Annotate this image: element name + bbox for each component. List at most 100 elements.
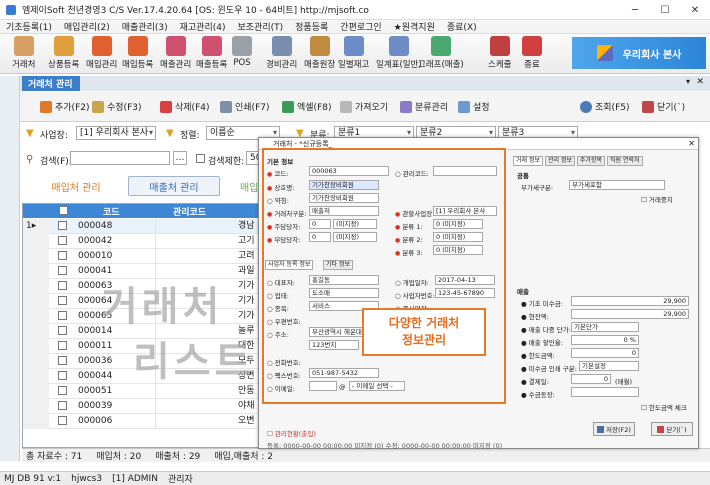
row-checkbox[interactable] [58,371,67,380]
row-checkbox[interactable] [58,311,67,320]
vat-label: 부가세구분: [521,184,554,192]
dialog-save-button[interactable]: 저장(F2) [593,422,635,436]
row-checkbox[interactable] [58,251,67,260]
tab-close-icon[interactable]: ✕ [696,77,704,87]
filter-icon: ▼ [26,128,34,139]
search-more-button[interactable]: … [173,151,187,165]
menu-item[interactable]: 기초등록(1) [6,20,52,33]
edit-label: 수정(F3) [107,103,142,113]
search-limit-checkbox[interactable] [196,154,205,163]
print-type-select[interactable]: 기본설정 [579,361,639,371]
close-icon[interactable]: ✕ [680,0,710,20]
toolbar-button-10[interactable]: 일계표(일반) [376,36,422,72]
tab-management-info[interactable]: 관리 정보 [545,156,575,166]
collect-field[interactable] [571,387,639,397]
search-button[interactable]: 조회(F5) [580,100,630,113]
toolbar-icon [232,36,252,56]
print-button[interactable]: 인쇄(F7) [220,100,270,113]
search-input[interactable] [70,151,170,165]
tab-partner-management[interactable]: 거래처 관리 [22,76,80,91]
stop-trade-checkbox[interactable]: ☐ 거래중지 [641,194,673,204]
menu-item[interactable]: 보조관리(T) [238,20,284,33]
both-mode-button[interactable]: 매입 [226,176,262,196]
toolbar-button-13[interactable]: 종료 [522,36,542,72]
header-code[interactable]: 코드 [103,205,120,218]
menu-item[interactable]: 재고관리(4) [180,20,226,33]
toolbar-button-6[interactable]: POS [232,36,252,72]
menu-item[interactable]: 종료(X) [447,20,477,33]
maximize-icon[interactable]: ☐ [650,0,680,20]
app-status-bar: MJ DB 91 v:1 hjwcs3 [1] ADMIN 관리자 [0,471,710,485]
toolbar-button-7[interactable]: 경비관리 [266,36,297,72]
category-button[interactable]: 분류관리 [400,100,448,113]
branch-select[interactable]: [1] 우리회사 본사 [76,126,156,140]
dialog-close-button[interactable]: 닫기(`) [651,422,693,436]
row-checkbox[interactable] [58,221,67,230]
dialog-close-icon[interactable]: ✕ [688,138,695,150]
collect-label: ● 수금동장: [521,391,555,399]
select-all-checkbox[interactable] [59,206,68,215]
menu-item[interactable]: ★원격지원 [394,20,435,33]
save-icon [597,425,605,433]
bond-label[interactable]: ☐ 관리현황(출입) [267,428,316,438]
company-brand-button[interactable]: 우리회사 본사 [572,37,706,69]
row-checkbox[interactable] [58,341,67,350]
minimize-icon[interactable]: ─ [620,0,650,20]
exit-icon [642,100,654,113]
toolbar-button-5[interactable]: 매출등록 [196,36,227,72]
row-checkbox[interactable] [58,236,67,245]
header-management-code[interactable]: 관리코드 [173,205,206,218]
row-checkbox[interactable] [58,416,67,425]
sales-mode-button[interactable]: 매출처 관리 [128,176,220,196]
tab-extra-fields[interactable]: 추가항목 [577,156,606,166]
delete-button[interactable]: 삭제(F4) [160,100,210,113]
add-button[interactable]: 추가(F2) [40,100,90,113]
menu-item[interactable]: 간편로그인 [340,20,381,33]
menu-item[interactable]: 매출관리(3) [122,20,168,33]
table-row[interactable]: 000042 고기 [23,234,287,249]
toolbar-button-9[interactable]: 일별재고 [338,36,369,72]
toolbar-button-11[interactable]: 그래프(매출) [418,36,464,72]
tab-staff-contact[interactable]: 직원 연락처 [607,156,643,166]
row-checkbox[interactable] [58,401,67,410]
discount-field[interactable]: 0 % [571,335,639,345]
import-button[interactable]: 가져오기 [340,100,388,113]
edit-button[interactable]: 수정(F3) [92,100,142,113]
excel-button[interactable]: 엑셀(F8) [282,100,332,113]
app-logo-icon [6,4,16,15]
tab-trade-info[interactable]: 거래 정보 [513,156,543,166]
ar-field[interactable]: 29,900 [571,296,689,306]
table-row[interactable]: 000006 오변 [23,414,287,429]
row-checkbox-cell [55,354,71,369]
toolbar-button-4[interactable]: 매출관리 [160,36,191,72]
settings-button[interactable]: 설정 [458,100,490,113]
limit-field[interactable]: 0 [571,348,639,358]
menu-item[interactable]: 정품등록 [295,20,328,33]
row-checkbox[interactable] [58,281,67,290]
purchase-mode-button[interactable]: 매입처 관리 [30,176,122,196]
toolbar-button-12[interactable]: 스케줄 [488,36,511,72]
toolbar-label: 매입관리 [86,60,118,70]
limit-check-checkbox[interactable]: ☐ 한도금액 체크 [641,402,687,412]
table-row[interactable]: 000039 야채 [23,399,287,414]
toolbar-button-0[interactable]: 거래처 [12,36,35,72]
row-checkbox[interactable] [58,296,67,305]
table-row[interactable]: 1▸ 000048 경남 [23,219,287,234]
vat-select[interactable]: 부가세포함 [569,180,665,190]
menu-item[interactable]: 매입관리(2) [64,20,110,33]
table-row[interactable]: 000010 고려 [23,249,287,264]
close-button[interactable]: 닫기(`) [642,100,685,113]
pay-day-field[interactable]: 0 [571,374,611,384]
toolbar-button-3[interactable]: 매입등록 [122,36,153,72]
row-checkbox[interactable] [58,386,67,395]
row-checkbox[interactable] [58,326,67,335]
toolbar-label: 종료 [524,60,540,70]
toolbar-button-1[interactable]: 상품등록 [48,36,79,72]
toolbar-button-2[interactable]: 매입관리 [86,36,117,72]
row-checkbox[interactable] [58,356,67,365]
branch-label: 사업장: [40,131,68,141]
toolbar-button-8[interactable]: 매출원장 [304,36,335,72]
tab-dropdown-icon[interactable]: ▾ [686,77,690,86]
price-tier-select[interactable]: 기본단가 [571,322,639,332]
row-checkbox[interactable] [58,266,67,275]
